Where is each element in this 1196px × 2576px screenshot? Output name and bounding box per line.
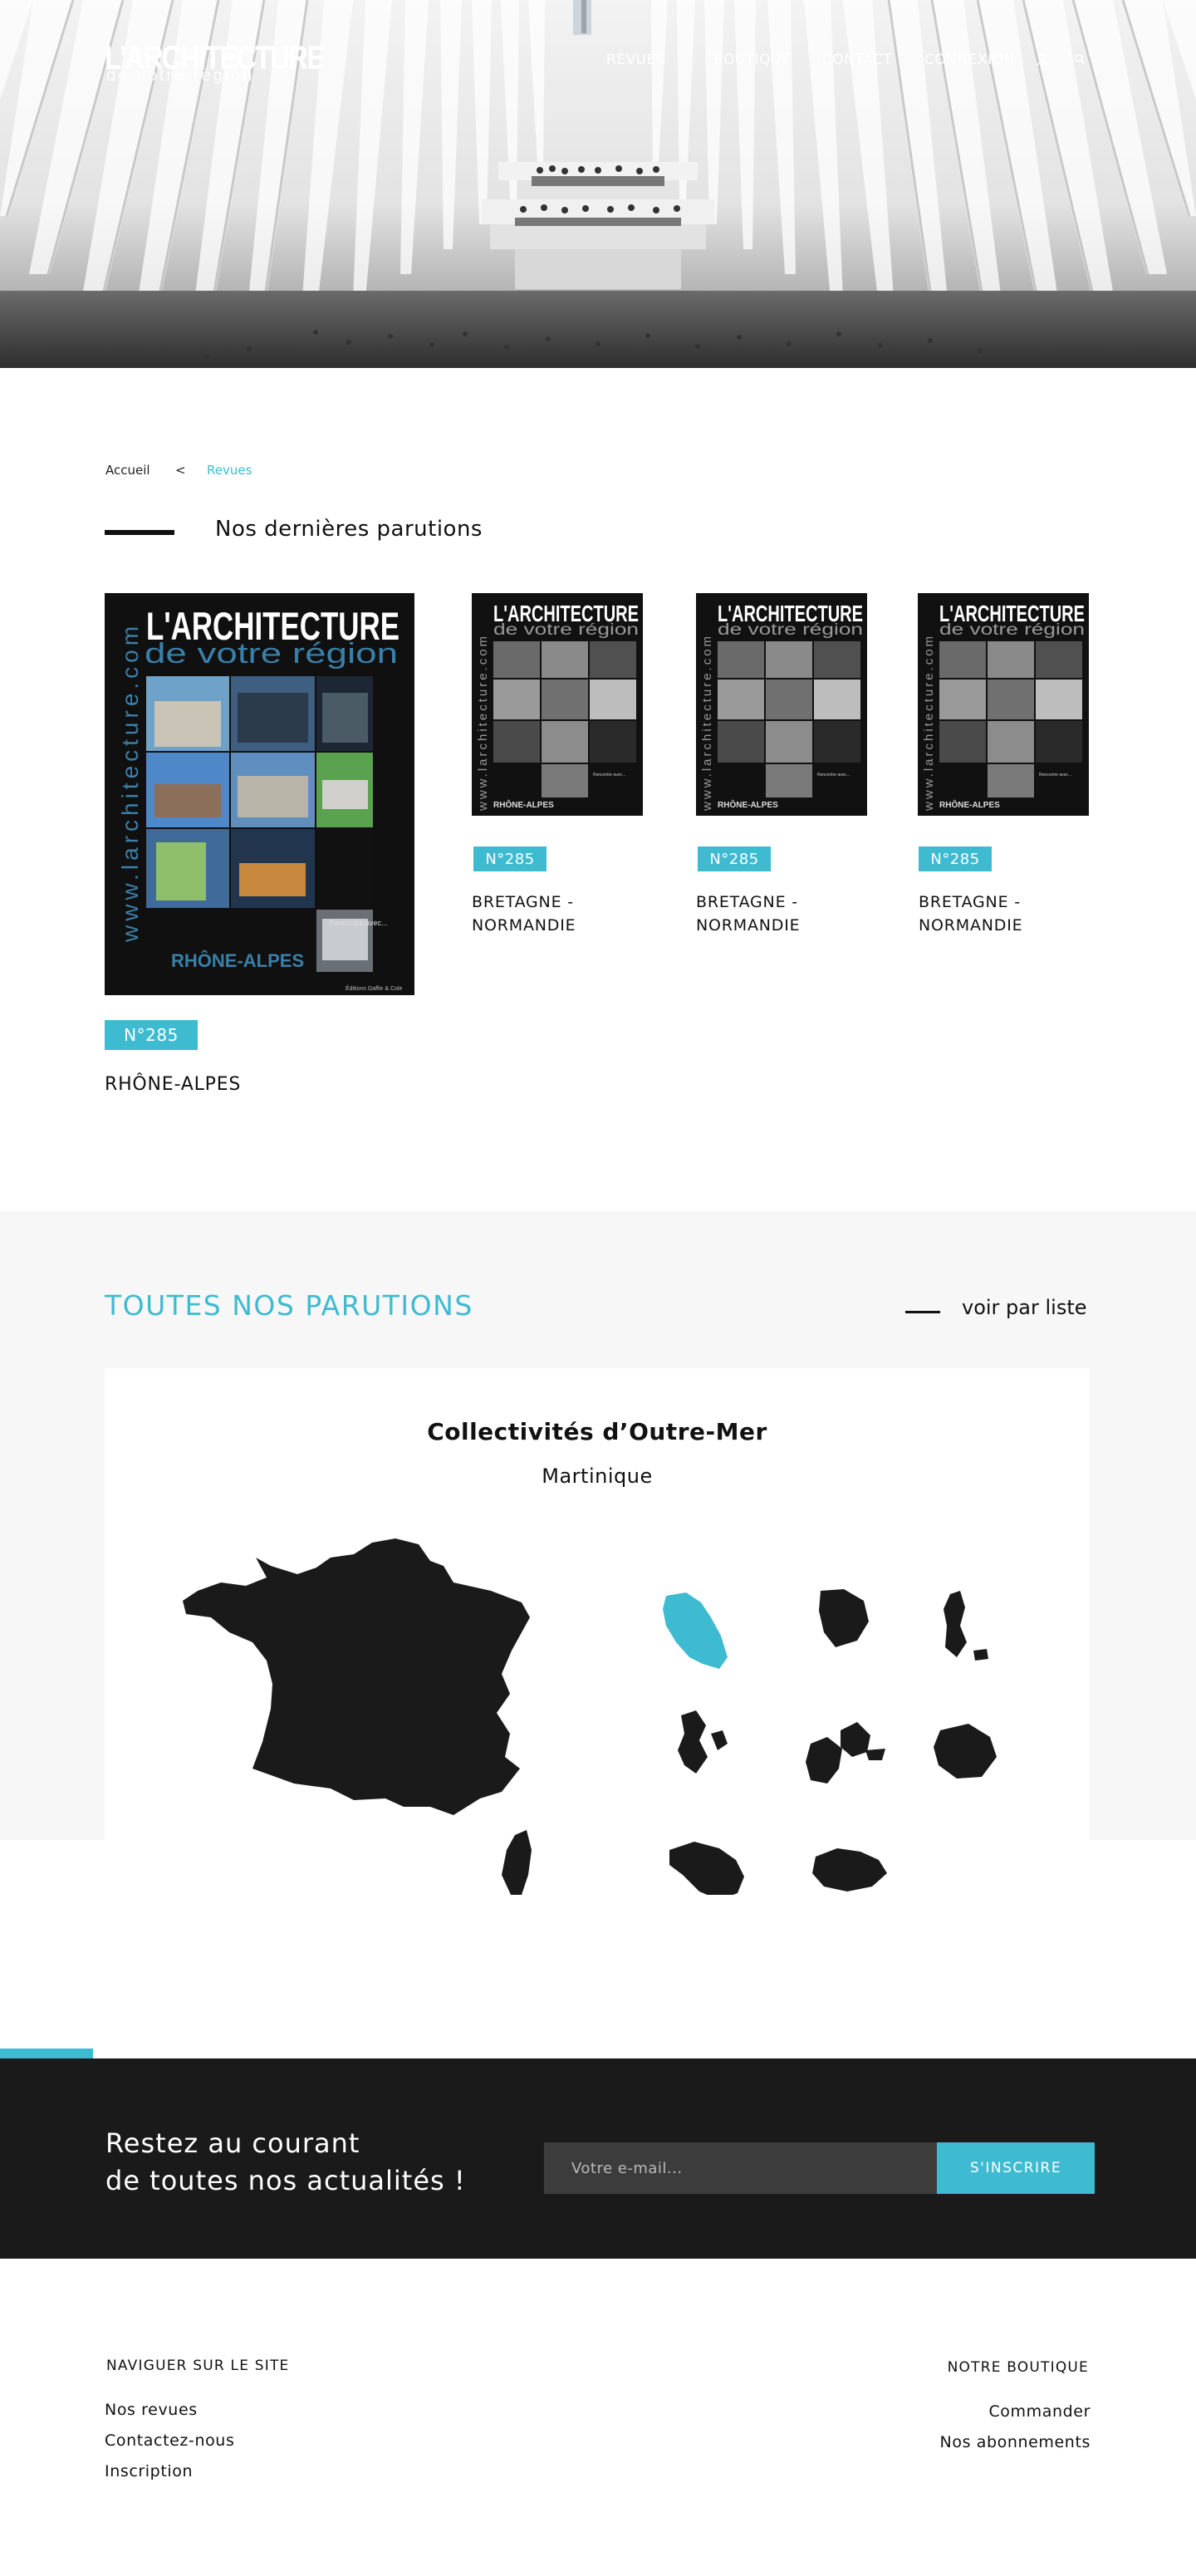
cover-sub-text: de votre région (939, 621, 1085, 639)
map-corsica (502, 1830, 532, 1895)
email-field[interactable] (544, 2142, 938, 2194)
cover-art: www.larchitecture.com L'ARCHITECTURE de … (472, 593, 643, 816)
cover-sub-text: de votre région (718, 621, 863, 639)
map-france-mainland (183, 1538, 530, 1815)
issue-title[interactable]: BRETAGNE - NORMANDIE (696, 891, 846, 937)
footer-link-contactez-nous[interactable]: Contactez-nous (105, 2431, 234, 2450)
breadcrumb-current[interactable]: Revues (207, 463, 252, 478)
cover-site-text: www.larchitecture.com (700, 634, 714, 812)
cover-sub-text: de votre région (145, 638, 398, 670)
map-saint-martin (678, 1710, 708, 1774)
newsletter-text: Restez au courant de toutes nos actualit… (105, 2125, 466, 2200)
issue-badge: N°285 (698, 846, 771, 871)
cover-sub-text: de votre région (493, 621, 639, 639)
footer-link-nos-revues[interactable]: Nos revues (105, 2401, 198, 2419)
cover-site-text: www.larchitecture.com (922, 634, 936, 812)
nav-item-boutique[interactable]: BOUTIQUE (713, 52, 791, 68)
issue-badge: N°285 (919, 846, 992, 871)
cover-region-text: RHÔNE-ALPES (718, 799, 778, 810)
map-belgique (669, 1842, 744, 1895)
map-mayotte (944, 1591, 967, 1657)
cover-region-text: RHÔNE-ALPES (493, 799, 554, 810)
cover-meet-text: Rencontre avec... (329, 919, 388, 927)
issue-title[interactable]: BRETAGNE - NORMANDIE (919, 891, 1068, 937)
cover-art: www.larchitecture.com L'ARCHITECTURE de … (105, 593, 414, 995)
map-saint-barth (711, 1730, 728, 1750)
breadcrumb-home[interactable]: Accueil (105, 463, 150, 478)
cover-region-text: RHÔNE-ALPES (171, 950, 304, 971)
breadcrumb-separator: < (175, 463, 186, 478)
footer-nav-heading: NAVIGUER SUR LE SITE (106, 2358, 290, 2374)
list-link-dash (905, 1311, 940, 1313)
cover-art: www.larchitecture.com L'ARCHITECTURE de … (918, 593, 1089, 816)
subscribe-button[interactable]: S'INSCRIRE (937, 2142, 1095, 2194)
cover-bretagne-normandie-1[interactable]: www.larchitecture.com L'ARCHITECTURE de … (472, 593, 643, 816)
map-martinique (663, 1592, 728, 1669)
issue-title[interactable]: BRETAGNE - NORMANDIE (472, 891, 621, 937)
map-guadeloupe-west (806, 1737, 842, 1784)
issue-title[interactable]: RHÔNE-ALPES (105, 1073, 354, 1097)
all-parutions-title: TOUTES NOS PARUTIONS (105, 1289, 473, 1322)
issue-badge: N°285 (105, 1020, 198, 1050)
footer-link-inscription[interactable]: Inscription (105, 2462, 193, 2480)
territories-map (183, 1538, 997, 1895)
newsletter-section: Restez au courant de toutes nos actualit… (0, 2058, 1196, 2259)
latest-title: Nos dernières parutions (215, 517, 483, 542)
map-guadeloupe-islet (865, 1749, 885, 1760)
cover-site-text: www.larchitecture.com (476, 634, 490, 812)
cover-region-text: RHÔNE-ALPES (939, 799, 1000, 810)
cover-site-text: www.larchitecture.com (117, 622, 143, 943)
list-link-text: voir par liste (962, 1296, 1087, 1319)
cover-publisher-text: Éditions Gaffie & Cole (346, 984, 402, 992)
cover-meet-text: Rencontre avec... (1039, 773, 1071, 778)
nav-item-revues[interactable]: REVUES (606, 52, 665, 68)
cover-bretagne-normandie-2[interactable]: www.larchitecture.com L'ARCHITECTURE de … (696, 593, 867, 816)
map-card: Collectivités d’Outre-Mer Martinique (105, 1368, 1090, 1895)
nav-item-connexion[interactable]: CONNEXION (924, 52, 1015, 68)
footer-link-nos-abonnements[interactable]: Nos abonnements (940, 2433, 1091, 2451)
newsletter-line-1: Restez au courant (105, 2127, 360, 2159)
nav-item-contact[interactable]: CONTACT (822, 52, 892, 68)
cover-art: www.larchitecture.com L'ARCHITECTURE de … (696, 593, 867, 816)
newsletter-line-2: de toutes nos actualités ! (105, 2165, 466, 2196)
footer-link-commander[interactable]: Commander (988, 2402, 1091, 2421)
map-mayotte-islet (973, 1649, 988, 1661)
cover-meet-text: Rencontre avec... (817, 773, 850, 778)
user-icon[interactable] (1037, 53, 1048, 66)
heading-bar (105, 530, 174, 535)
cover-rhone-alpes[interactable]: www.larchitecture.com L'ARCHITECTURE de … (105, 593, 414, 995)
footer-shop-heading: NOTRE BOUTIQUE (947, 2359, 1089, 2376)
issue-badge: N°285 (473, 846, 547, 871)
site-logo[interactable]: L'ARCHITECTURE de votre région (105, 42, 325, 85)
logo-sub-text: de votre région (106, 66, 255, 85)
search-icon[interactable] (1074, 53, 1086, 66)
map-la-reunion (934, 1724, 997, 1779)
cover-meet-text: Rencontre avec... (593, 773, 625, 778)
hero-banner: L'ARCHITECTURE de votre région REVUES BO… (0, 0, 1196, 368)
map-suisse (812, 1848, 887, 1892)
cover-bretagne-normandie-3[interactable]: www.larchitecture.com L'ARCHITECTURE de … (918, 593, 1089, 816)
map-guyane (819, 1589, 869, 1647)
